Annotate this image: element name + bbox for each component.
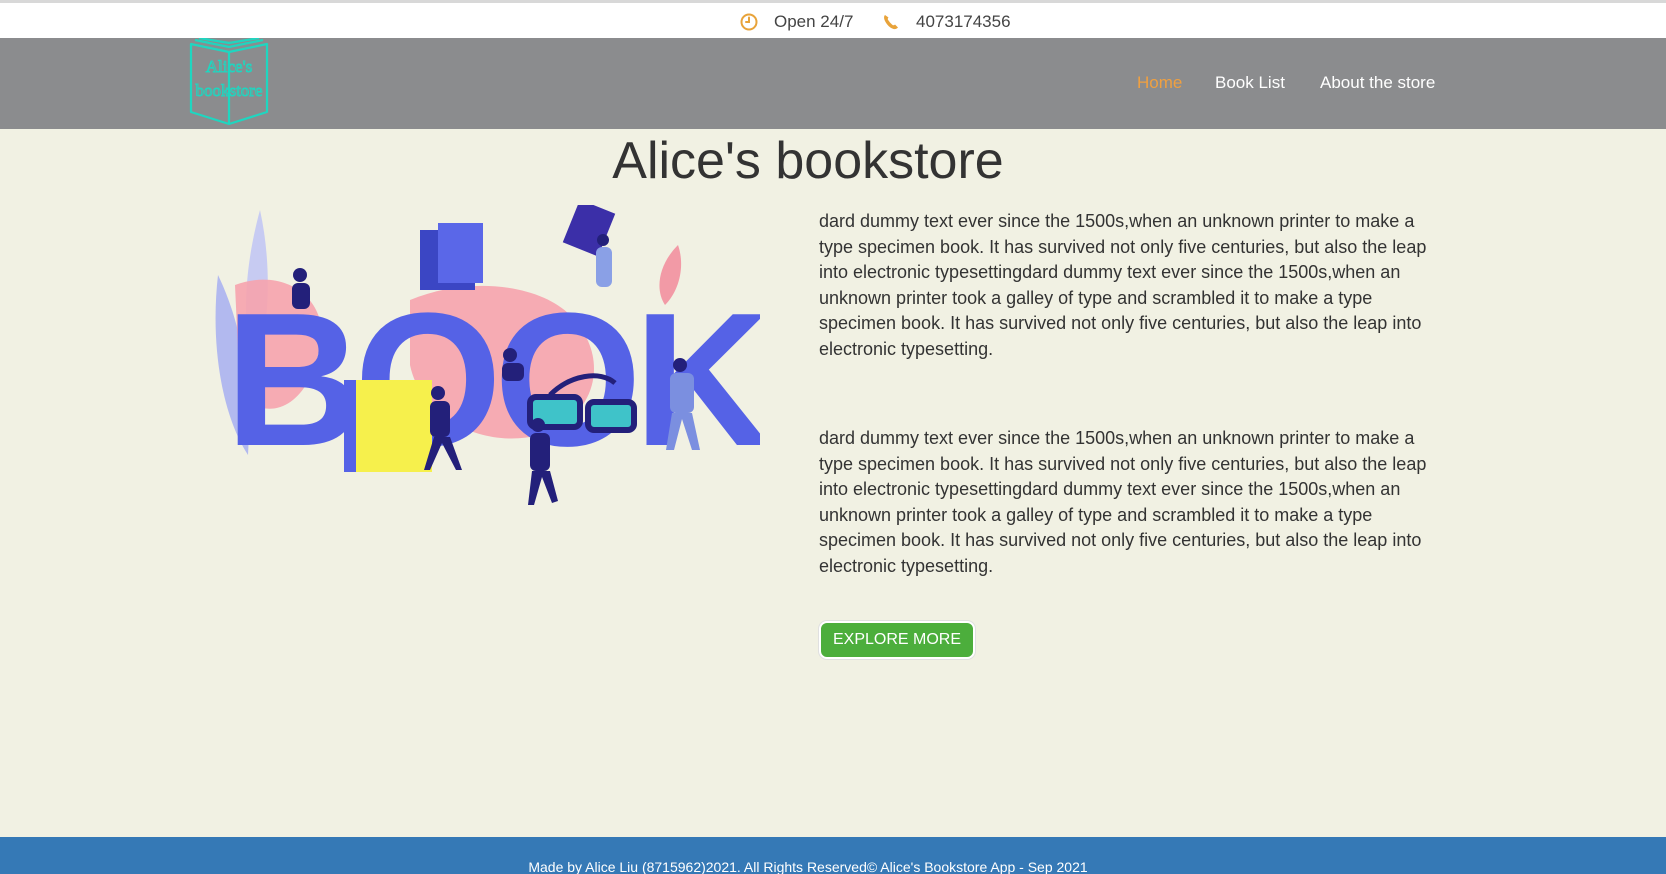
nav-home[interactable]: Home [1137,73,1182,93]
clock-icon [740,13,758,31]
intro-paragraph-2: dard dummy text ever since the 1500s,whe… [819,428,1427,576]
page-title: Alice's bookstore [612,132,1004,190]
book-shape [344,380,356,472]
book-shape [350,380,432,472]
phone-icon [884,15,898,30]
book-hero-illustration: BOOK [215,205,760,505]
intro-paragraph-1: dard dummy text ever since the 1500s,whe… [819,211,1427,359]
nav-book-list[interactable]: Book List [1215,73,1285,93]
phone-info: 4073174356 [882,12,1011,32]
logo-text-line2: bookstore [195,81,262,100]
main-navbar: Alice's bookstore Home Book List About t… [0,38,1666,129]
nav-about-store[interactable]: About the store [1320,73,1435,93]
top-info-bar: Open 24/7 4073174356 [0,0,1666,38]
footer-copyright: Made by Alice Liu (8715962)2021. All Rig… [528,859,1088,874]
logo-text-line1: Alice's [206,57,253,76]
page-footer: Made by Alice Liu (8715962)2021. All Rig… [0,837,1666,874]
hours-info: Open 24/7 [740,12,853,32]
hours-text: Open 24/7 [774,12,854,31]
bookstore-logo[interactable]: Alice's bookstore [187,38,271,128]
explore-more-button[interactable]: EXPLORE MORE [819,621,975,659]
phone-number[interactable]: 4073174356 [916,12,1011,32]
